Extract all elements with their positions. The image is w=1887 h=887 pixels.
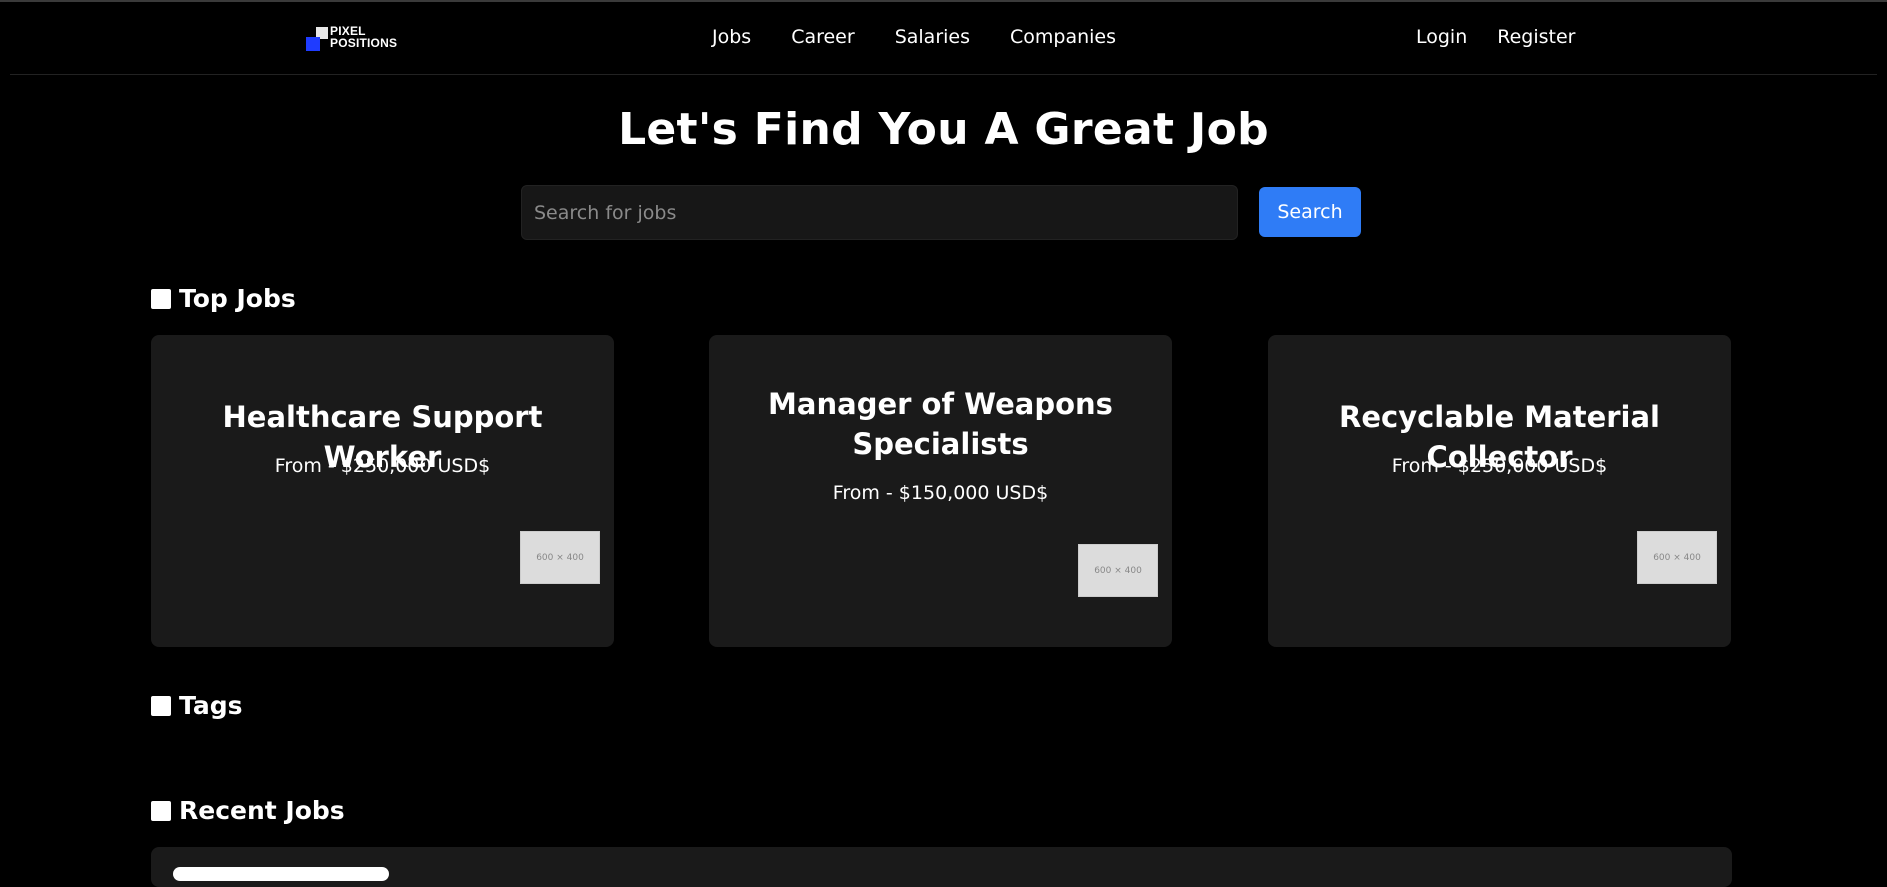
section-title-tags: Tags [179, 691, 243, 720]
job-card-salary: From - $250,000 USD$ [1391, 455, 1608, 477]
job-card-salary: From - $250,000 USD$ [274, 455, 491, 477]
job-card-salary: From - $150,000 USD$ [832, 482, 1049, 504]
section-title-top-jobs: Top Jobs [179, 284, 296, 313]
recent-job-card[interactable] [151, 847, 1732, 887]
thumb-label: 600 × 400 [1653, 552, 1701, 563]
top-navigation: PIXEL POSITIONS Jobs Career Salaries Com… [10, 2, 1877, 75]
nav-links: Jobs Career Salaries Companies [712, 26, 1156, 48]
login-link[interactable]: Login [1416, 26, 1467, 48]
section-top-jobs: Top Jobs [151, 284, 296, 313]
logo-text: PIXEL POSITIONS [330, 25, 397, 49]
nav-link-career[interactable]: Career [791, 26, 855, 48]
search-input[interactable] [521, 185, 1238, 240]
recent-job-chip [173, 867, 389, 881]
job-card-3[interactable]: Recyclable Material Collector From - $25… [1268, 335, 1731, 647]
company-logo-placeholder: 600 × 400 [520, 531, 600, 584]
thumb-label: 600 × 400 [536, 552, 584, 563]
company-logo-placeholder: 600 × 400 [1637, 531, 1717, 584]
nav-link-jobs[interactable]: Jobs [712, 26, 751, 48]
logo-text-line2: POSITIONS [330, 36, 398, 50]
job-card-2[interactable]: Manager of Weapons Specialists From - $1… [709, 335, 1172, 647]
section-title-recent-jobs: Recent Jobs [179, 796, 345, 825]
job-card-title: Manager of Weapons Specialists [768, 387, 1113, 461]
nav-link-salaries[interactable]: Salaries [895, 26, 970, 48]
page-title: Let's Find You A Great Job [618, 104, 1269, 155]
job-card-1[interactable]: Healthcare Support Worker From - $250,00… [151, 335, 614, 647]
register-link[interactable]: Register [1497, 26, 1575, 48]
logo[interactable]: PIXEL POSITIONS [306, 24, 426, 54]
search-button[interactable]: Search [1259, 187, 1361, 237]
square-bullet-icon [151, 288, 171, 309]
section-recent-jobs: Recent Jobs [151, 796, 345, 825]
logo-square-blue [306, 37, 320, 51]
square-bullet-icon [151, 695, 171, 716]
auth-links: Login Register [1416, 26, 1606, 48]
square-bullet-icon [151, 800, 171, 821]
nav-link-companies[interactable]: Companies [1010, 26, 1116, 48]
company-logo-placeholder: 600 × 400 [1078, 544, 1158, 597]
thumb-label: 600 × 400 [1094, 565, 1142, 576]
section-tags: Tags [151, 691, 242, 720]
